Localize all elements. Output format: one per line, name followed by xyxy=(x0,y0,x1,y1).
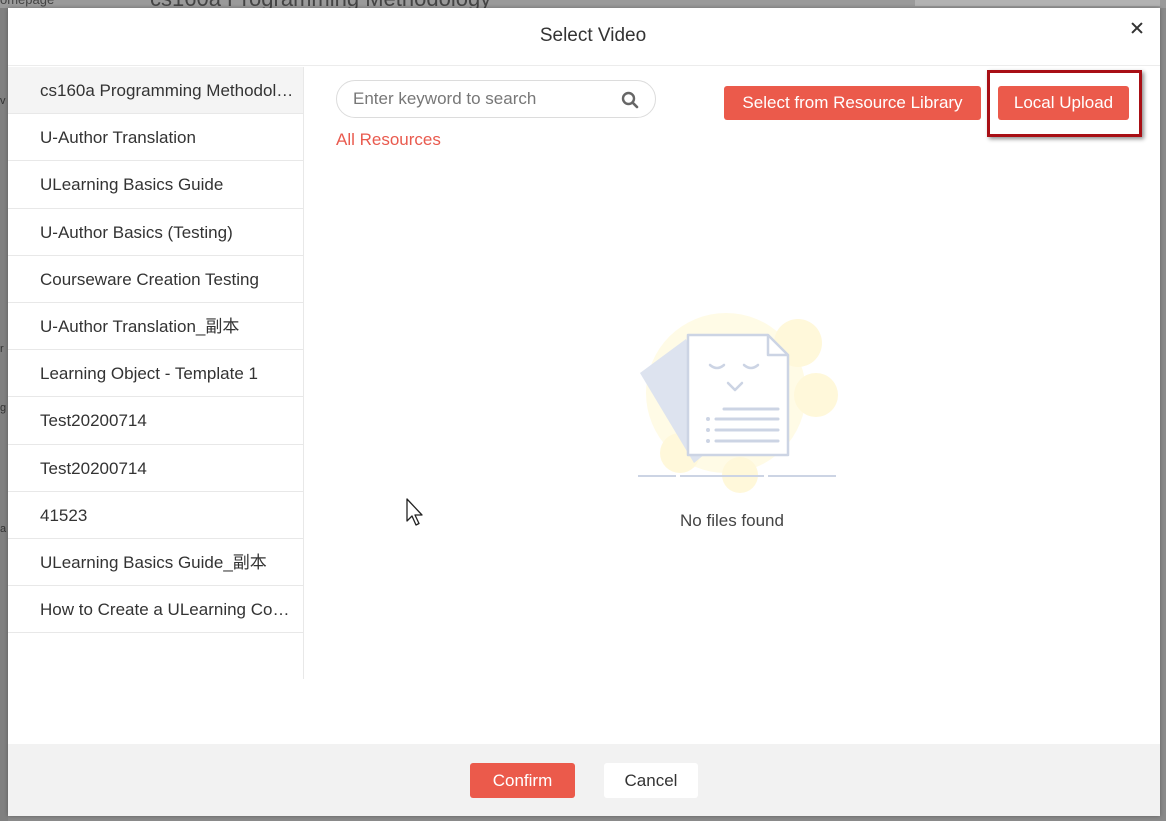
search-input[interactable] xyxy=(353,88,613,110)
course-list-item[interactable]: U-Author Translation xyxy=(8,114,303,162)
course-list-item[interactable]: Test20200714 xyxy=(8,397,303,445)
search-box xyxy=(336,80,656,118)
dialog-header: Select Video xyxy=(8,8,1160,66)
confirm-button[interactable]: Confirm xyxy=(470,763,575,798)
background-edge-fragment: a xyxy=(0,523,7,535)
empty-document-icon xyxy=(638,313,838,493)
local-upload-button[interactable]: Local Upload xyxy=(998,86,1129,120)
cancel-button[interactable]: Cancel xyxy=(604,763,698,798)
all-resources-link[interactable]: All Resources xyxy=(336,130,441,150)
course-list-item[interactable]: Courseware Creation Testing xyxy=(8,256,303,303)
course-list: cs160a Programming Methodology U-Author … xyxy=(8,67,304,679)
background-left-edge: v r g a xyxy=(0,8,8,821)
course-list-item[interactable]: U-Author Translation_副本 xyxy=(8,303,303,351)
background-edge-fragment: v xyxy=(0,95,6,107)
background-header: omepage cs160a Programming Methodology xyxy=(0,0,1166,8)
empty-state-message: No files found xyxy=(680,511,784,530)
course-list-item[interactable]: cs160a Programming Methodology xyxy=(8,67,303,115)
dialog-title: Select Video xyxy=(539,25,647,46)
dialog-footer: Confirm Cancel xyxy=(8,744,1160,816)
background-edge-fragment: g xyxy=(0,402,7,414)
select-from-library-button[interactable]: Select from Resource Library xyxy=(724,86,981,120)
course-list-item[interactable]: ULearning Basics Guide_副本 xyxy=(8,539,303,587)
course-list-item[interactable]: ULearning Basics Guide xyxy=(8,161,303,209)
background-edge-fragment: r xyxy=(0,343,4,355)
course-list-item[interactable]: How to Create a ULearning Course xyxy=(8,586,303,634)
course-list-item[interactable]: 41523 xyxy=(8,492,303,539)
close-icon[interactable] xyxy=(1127,17,1149,39)
select-video-dialog: Select Video cs160a Programming Methodol… xyxy=(8,8,1160,816)
course-list-item[interactable]: Learning Object - Template 1 xyxy=(8,350,303,398)
course-list-item[interactable]: Test20200714 xyxy=(8,445,303,492)
course-list-item[interactable]: U-Author Basics (Testing) xyxy=(8,209,303,256)
search-icon[interactable] xyxy=(621,91,639,109)
background-search xyxy=(915,0,1160,6)
mouse-cursor-icon xyxy=(406,498,423,526)
background-course-title: cs160a Programming Methodology xyxy=(150,0,491,8)
background-homepage-label: omepage xyxy=(0,0,54,7)
